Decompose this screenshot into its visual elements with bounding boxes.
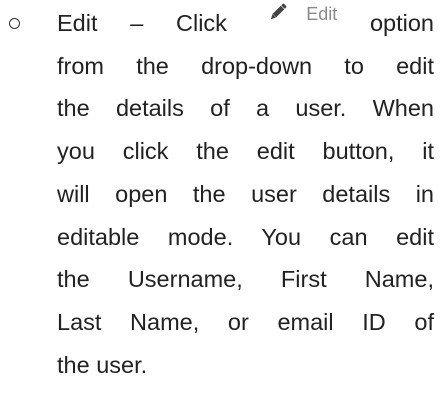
paragraph-line-8: Last Name, or email ID of	[57, 308, 434, 335]
paragraph-line-2: from the drop-down to edit	[57, 52, 434, 79]
paragraph-line-4: you click the edit button, it	[57, 138, 434, 165]
paragraph-line-7: the Username, First Name,	[57, 266, 434, 293]
hollow-circle-bullet-icon	[9, 18, 20, 29]
pencil-icon	[270, 3, 287, 20]
paragraph-line-3: the details of a user. When	[57, 95, 434, 122]
edit-option-chip: Edit	[266, 2, 338, 45]
item-paragraph: Edit – Click Edit option from the drop-d…	[57, 0, 434, 386]
bullet-list-item: Edit – Click Edit option from the drop-d…	[0, 0, 443, 416]
paragraph-line-9: the user.	[57, 351, 148, 378]
edit-tail-text: option	[369, 10, 434, 36]
edit-chip-label: Edit	[306, 4, 338, 24]
paragraph-line-5: will open the user details in	[57, 180, 434, 207]
paragraph-line-6: editable mode. You can edit	[57, 223, 434, 250]
edit-lead-text: Edit – Click	[57, 10, 227, 36]
paragraph-line-1: Edit – Click Edit option	[57, 2, 434, 45]
